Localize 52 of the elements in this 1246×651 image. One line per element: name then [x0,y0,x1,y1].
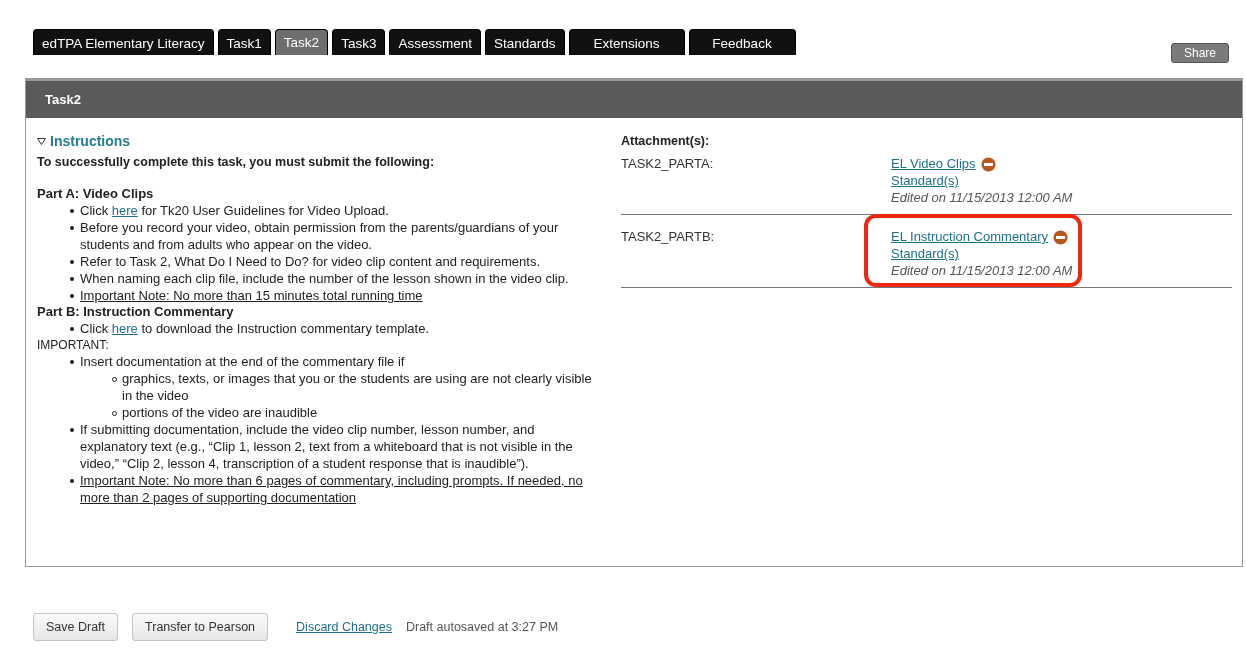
section-heading: Part A: Video Clips [37,186,155,202]
list-item-text: Before you record your video, obtain permission from the parents/guardians of your students and from adults who appear on the video. [80,220,559,252]
list-item-text: Click here for Tk20 User Guidelines for Video Upload. [80,203,389,218]
remove-icon[interactable] [1053,229,1069,245]
list-item-text: Click here to download the Instruction commentary template. [80,321,430,336]
instructions-toggle[interactable]: Instructions [37,133,131,149]
list-item-text: If submitting documentation, include the video clip number, lesson number, and explanatory text (e.g., “Clip 1, lesson 2, text from a whiteboard that is not visible in the video,” “Clip 2, lesson 4, transcription of a student response that is inaudible”). [80,422,573,471]
section-heading: Part B: Instruction Commentary [37,304,235,320]
tab[interactable]: Standards [484,29,565,55]
note-text: Important Note: No more than 15 minutes total running time [80,288,423,303]
bullet-icon [70,277,74,281]
edited-date: Edited on 11/15/2013 12:00 AM [891,190,1073,206]
bullet-icon [70,226,74,230]
bullet-icon [70,479,74,483]
footer-button[interactable]: Transfer to Pearson [132,613,269,641]
list-item-text: Insert documentation at the end of the commentary file if [80,354,405,369]
list-item-text: portions of the video are inaudible [122,405,318,420]
autosave-status: Draft autosaved at 3:27 PM [405,620,559,634]
bullet-icon [70,209,74,213]
panel-header: Task2 [26,78,1242,118]
tab[interactable]: Assessment [389,29,481,55]
edited-date: Edited on 11/15/2013 12:00 AM [891,263,1073,279]
collapse-triangle-icon [37,137,46,145]
here-link[interactable]: here [111,321,138,336]
tab[interactable]: Feedback [688,29,796,55]
bullet-icon [70,260,74,264]
tab[interactable]: edTPA Elementary Literacy [33,29,214,55]
footer-button[interactable]: Save Draft [33,613,119,641]
tab[interactable]: Task2 [274,29,329,55]
standards-link[interactable]: Standard(s) [891,173,959,188]
bullet-icon [70,294,74,298]
attachment-label: TASK2_PARTB: [621,229,716,246]
bullet-icon [70,327,74,331]
list-item-text: Refer to Task 2, What Do I Need to Do? for video clip content and requirements. [80,254,541,269]
standards-link[interactable]: Standard(s) [891,246,959,261]
tab[interactable]: Task3 [332,29,386,55]
bullet-icon [70,360,74,364]
here-link[interactable]: here [111,203,138,218]
discard-changes-link[interactable]: Discard Changes [296,620,392,634]
list-item-text: When naming each clip file, include the number of the lesson shown in the video clip. [80,271,569,286]
attachment-label: TASK2_PARTA: [621,156,715,173]
instructions-intro: To successfully complete this task, you must submit the following: [37,155,436,169]
file-link[interactable]: EL Video Clips [891,156,976,172]
remove-icon[interactable] [980,156,996,172]
note-text: Important Note: No more than 6 pages of commentary, including prompts. If needed, no more than 2 pages of supporting documentation [80,473,583,505]
file-link[interactable]: EL Instruction Commentary [891,229,1049,245]
attachments-heading: Attachment(s): [621,134,711,148]
tab[interactable]: Extensions [568,29,685,55]
section-heading: IMPORTANT: [37,337,110,353]
bullet-icon [70,428,74,432]
tab[interactable]: Task1 [217,29,271,55]
share-button[interactable]: Share [1170,43,1229,63]
